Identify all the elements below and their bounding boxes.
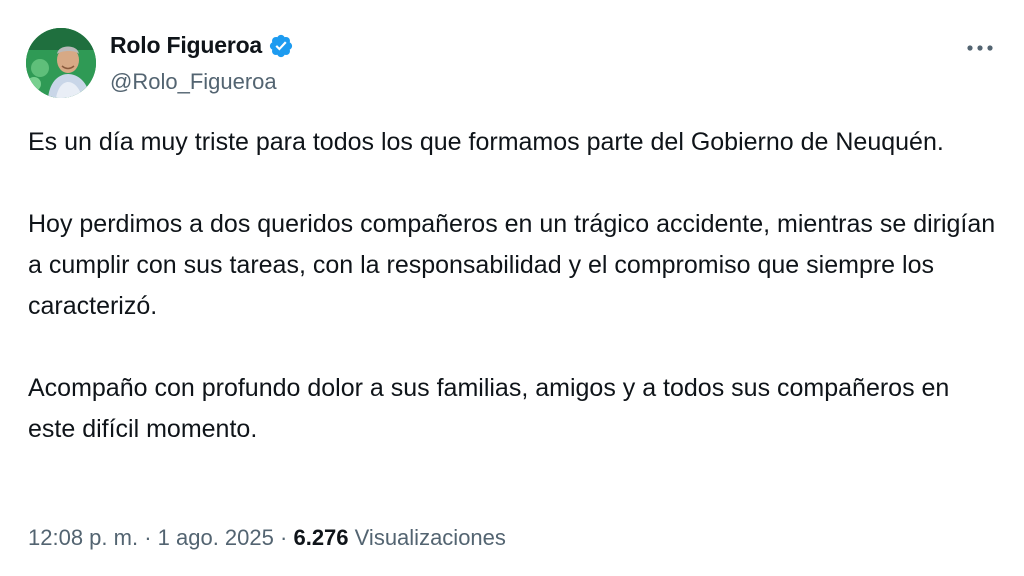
author-display-name[interactable]: Rolo Figueroa: [110, 32, 262, 59]
tweet-paragraph: Hoy perdimos a dos queridos compañeros e…: [28, 210, 996, 320]
views-label: Visualizaciones: [354, 525, 506, 550]
verified-badge-icon: [268, 33, 294, 59]
views-count: 6.276: [293, 525, 349, 550]
tweet-text: Es un día muy triste para todos los que …: [28, 122, 1003, 450]
tweet-paragraph: Acompaño con profundo dolor a sus famili…: [28, 374, 950, 443]
meta-separator: ·: [144, 525, 152, 550]
tweet-time[interactable]: 12:08 p. m.: [28, 525, 138, 550]
more-options-button[interactable]: [962, 36, 998, 60]
avatar[interactable]: [26, 28, 96, 98]
avatar-image: [26, 28, 96, 98]
author-name-row: Rolo Figueroa: [110, 32, 294, 59]
author-handle[interactable]: @Rolo_Figueroa: [110, 69, 277, 95]
more-horizontal-icon: [967, 45, 993, 51]
tweet-paragraph: Es un día muy triste para todos los que …: [28, 128, 944, 156]
tweet-date[interactable]: 1 ago. 2025: [158, 525, 274, 550]
tweet-card: Rolo Figueroa @Rolo_Figueroa Es un día m…: [0, 0, 1024, 576]
meta-separator: ·: [280, 525, 288, 550]
tweet-metadata: 12:08 p. m. · 1 ago. 2025 · 6.276 Visual…: [28, 525, 506, 551]
